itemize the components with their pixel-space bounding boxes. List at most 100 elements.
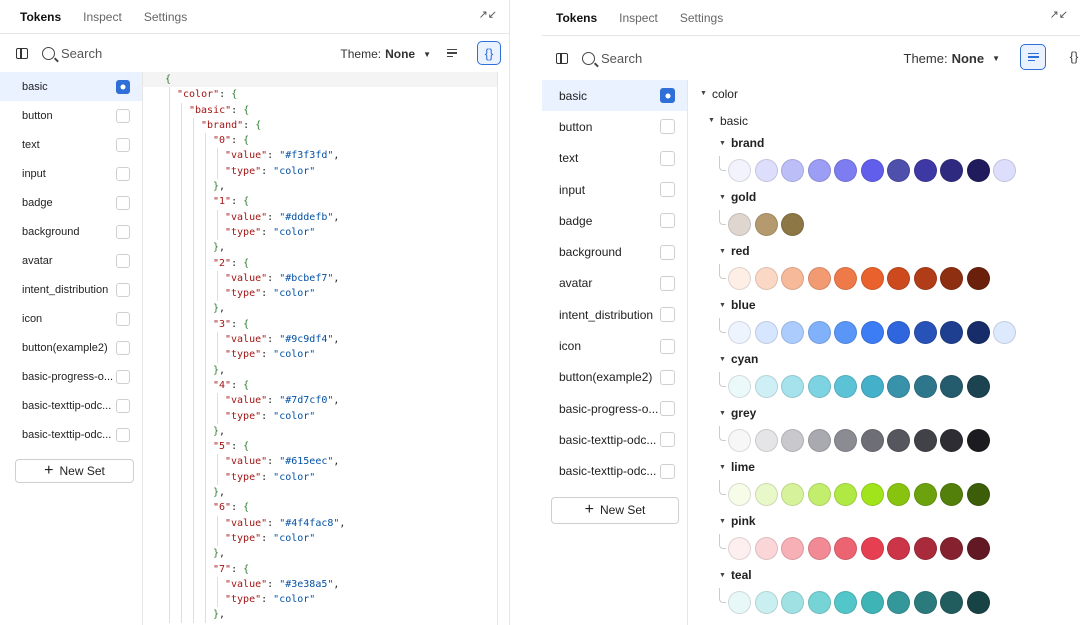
color-swatch[interactable] <box>940 158 963 182</box>
list-view-button[interactable] <box>1020 44 1046 70</box>
search-input[interactable]: Search <box>582 51 642 66</box>
color-swatch[interactable] <box>781 212 804 236</box>
expand-triangle-icon[interactable]: ▼ <box>719 572 726 579</box>
token-set-checkbox[interactable] <box>116 398 130 413</box>
color-swatch[interactable] <box>807 482 831 506</box>
token-set-item[interactable]: button(example2) <box>542 362 687 393</box>
color-swatch[interactable] <box>887 536 910 560</box>
color-swatch[interactable] <box>913 320 937 344</box>
color-swatch[interactable] <box>728 482 751 506</box>
new-set-button[interactable]: + New Set <box>551 496 679 524</box>
color-swatch[interactable] <box>807 536 831 560</box>
color-swatch[interactable] <box>834 482 857 506</box>
tab-inspect[interactable]: Inspect <box>83 10 122 24</box>
token-set-item[interactable]: badge <box>542 205 687 236</box>
color-swatch[interactable] <box>728 320 751 344</box>
color-swatch[interactable] <box>807 158 831 182</box>
color-swatch[interactable] <box>913 536 937 560</box>
token-set-checkbox[interactable] <box>116 137 130 152</box>
color-swatch[interactable] <box>940 536 963 560</box>
color-swatch[interactable] <box>860 536 884 560</box>
color-swatch[interactable] <box>781 158 804 182</box>
color-swatch[interactable] <box>781 320 804 344</box>
color-swatch[interactable] <box>728 212 751 236</box>
theme-dropdown[interactable]: Theme: None ▼ <box>340 47 431 61</box>
token-set-item[interactable]: basic-progress-o... <box>0 362 142 391</box>
token-set-checkbox[interactable] <box>660 307 675 323</box>
color-swatch[interactable] <box>887 320 910 344</box>
color-swatch[interactable] <box>781 428 804 452</box>
token-set-checkbox[interactable] <box>116 224 130 239</box>
expand-triangle-icon[interactable]: ▼ <box>719 518 726 525</box>
token-set-checkbox[interactable] <box>660 150 675 166</box>
token-set-item[interactable]: avatar <box>542 268 687 299</box>
color-swatch[interactable] <box>966 536 990 560</box>
token-set-checkbox[interactable] <box>116 311 130 326</box>
color-swatch[interactable] <box>913 482 937 506</box>
color-swatch[interactable] <box>754 212 778 236</box>
color-swatch[interactable] <box>940 320 963 344</box>
palette-header[interactable]: ▼ red <box>688 242 1080 260</box>
color-swatch[interactable] <box>754 374 778 398</box>
token-set-checkbox[interactable] <box>116 427 130 442</box>
color-swatch[interactable] <box>728 536 751 560</box>
token-set-checkbox[interactable] <box>116 108 130 123</box>
color-swatch[interactable] <box>860 374 884 398</box>
token-set-item[interactable]: background <box>0 217 142 246</box>
list-view-button[interactable] <box>440 41 464 65</box>
color-swatch[interactable] <box>834 536 857 560</box>
expand-triangle-icon[interactable]: ▼ <box>719 302 726 309</box>
palette-header[interactable]: ▼ lime <box>688 458 1080 476</box>
color-swatch[interactable] <box>860 266 884 290</box>
token-set-checkbox[interactable] <box>116 340 130 355</box>
color-swatch[interactable] <box>966 428 990 452</box>
token-set-item[interactable]: text <box>0 130 142 159</box>
token-set-checkbox[interactable] <box>116 253 130 268</box>
palette-header[interactable]: ▼ grey <box>688 404 1080 422</box>
color-swatch[interactable] <box>807 374 831 398</box>
token-set-item[interactable]: input <box>542 174 687 205</box>
color-swatch[interactable] <box>966 374 990 398</box>
color-swatch[interactable] <box>860 428 884 452</box>
token-set-checkbox[interactable] <box>116 282 130 297</box>
color-swatch[interactable] <box>834 320 857 344</box>
expand-triangle-icon[interactable]: ▼ <box>719 140 726 147</box>
token-set-item[interactable]: icon <box>542 330 687 361</box>
color-swatch[interactable] <box>913 374 937 398</box>
color-swatch[interactable] <box>754 158 778 182</box>
color-swatch[interactable] <box>754 320 778 344</box>
color-swatch[interactable] <box>834 428 857 452</box>
color-swatch[interactable] <box>834 374 857 398</box>
color-swatch[interactable] <box>860 320 884 344</box>
tree-node-color[interactable]: ▼ color <box>688 80 1080 107</box>
token-set-item[interactable]: intent_distribution <box>0 275 142 304</box>
search-input[interactable]: Search <box>42 46 102 61</box>
token-set-item[interactable]: basic-texttip-odc... <box>0 391 142 420</box>
color-swatch[interactable] <box>754 590 778 614</box>
color-swatch[interactable] <box>754 428 778 452</box>
color-swatch[interactable] <box>754 266 778 290</box>
token-set-item[interactable]: basic <box>0 72 142 101</box>
token-set-item[interactable]: button(example2) <box>0 333 142 362</box>
color-swatch[interactable] <box>728 158 751 182</box>
color-swatch[interactable] <box>940 266 963 290</box>
color-swatch[interactable] <box>781 590 804 614</box>
color-swatch[interactable] <box>887 158 910 182</box>
color-swatch[interactable] <box>887 266 910 290</box>
minimize-icon[interactable]: ↗↙ <box>479 8 497 21</box>
token-set-checkbox[interactable] <box>660 338 675 354</box>
sidebar-toggle-icon[interactable] <box>556 52 568 64</box>
expand-triangle-icon[interactable]: ▼ <box>700 90 707 97</box>
token-set-item[interactable]: basic <box>542 80 687 112</box>
palette-header[interactable]: ▼ brand <box>688 134 1080 152</box>
token-set-item[interactable]: background <box>542 236 687 267</box>
token-set-item[interactable]: badge <box>0 188 142 217</box>
token-set-checkbox[interactable] <box>660 88 675 104</box>
token-set-item[interactable]: button <box>0 101 142 130</box>
token-set-item[interactable]: basic-texttip-odc... <box>542 456 687 487</box>
token-set-checkbox[interactable] <box>660 401 675 417</box>
color-swatch[interactable] <box>781 482 804 506</box>
color-swatch[interactable] <box>807 428 831 452</box>
token-set-item[interactable]: basic-progress-o... <box>542 393 687 424</box>
token-set-checkbox[interactable] <box>660 369 675 385</box>
